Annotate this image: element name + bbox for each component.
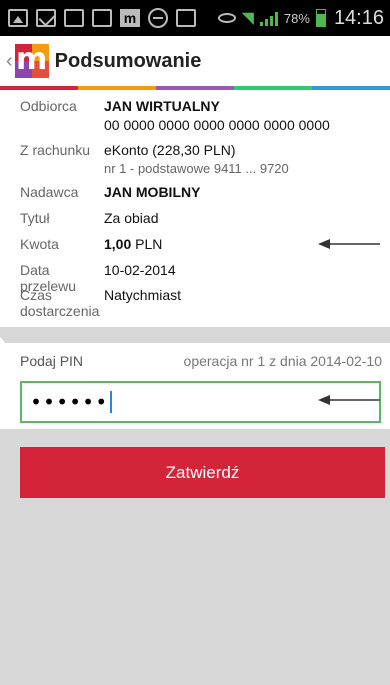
signal-icon (259, 10, 278, 26)
mbank-logo[interactable]: m (14, 42, 49, 78)
eye-icon (217, 13, 236, 23)
image-icon (8, 9, 28, 27)
sender-label: Nadawca (20, 184, 79, 200)
amount-value: 1,00 (104, 236, 132, 252)
recipient-name: JAN WIRTUALNY (104, 98, 220, 114)
recipient-account: 00 0000 0000 0000 0000 0000 0000 (104, 117, 330, 133)
mms-icon (92, 9, 112, 27)
from-account-balance: (228,30 PLN) (152, 142, 236, 158)
title-row: Tytuł Za obiad (20, 210, 380, 226)
wifi-icon: ◥ (241, 10, 254, 27)
amount-currency: PLN (135, 236, 163, 252)
action-bar: ‹ m Podsumowanie (0, 36, 390, 86)
from-account-name: eKonto (104, 142, 149, 158)
battery-icon (315, 9, 326, 27)
arrow-left-icon (318, 239, 380, 249)
transfer-summary: Odbiorca JAN WIRTUALNY 00 0000 0000 0000… (0, 90, 390, 327)
dnd-icon (148, 8, 168, 28)
pin-value: •••••• (30, 390, 109, 414)
arrow-left-icon (318, 395, 380, 405)
pin-section: Podaj PIN operacja nr 1 z dnia 2014-02-1… (0, 343, 390, 429)
title-value: Za obiad (104, 210, 159, 226)
page-title: Podsumowanie (54, 49, 202, 72)
sender-name: JAN MOBILNY (104, 184, 201, 200)
delivery-row: Czas dostarczenia Natychmiast (20, 287, 380, 319)
text-cursor (110, 391, 113, 413)
briefcase-icon (176, 9, 196, 27)
mms-icon (64, 9, 84, 27)
recipient-label: Odbiorca (20, 98, 77, 114)
from-account-detail: nr 1 - podstawowe 9411 ... 9720 (104, 161, 289, 176)
status-bar: m ◥ 78% 14:16 (0, 0, 390, 36)
delivery-label-line2: dostarczenia (20, 303, 100, 319)
from-account-label: Z rachunku (20, 142, 91, 158)
delivery-label-line1: Czas (20, 287, 52, 303)
amount-label: Kwota (20, 236, 59, 252)
battery-percent: 78% (283, 10, 310, 26)
confirm-button[interactable]: Zatwierdź (20, 447, 385, 498)
recipient-row: Odbiorca JAN WIRTUALNY 00 0000 0000 0000… (20, 98, 380, 133)
from-account-row: Z rachunku eKonto (228,30 PLN) nr 1 - po… (20, 142, 380, 177)
sender-row: Nadawca JAN MOBILNY (20, 184, 380, 200)
logo-letter: m (16, 42, 48, 77)
pin-label: Podaj PIN (20, 353, 84, 369)
back-icon[interactable]: ‹ (6, 50, 13, 73)
title-label: Tytuł (20, 210, 50, 226)
operation-info: operacja nr 1 z dnia 2014-02-10 (183, 353, 382, 369)
mbank-icon: m (120, 9, 140, 27)
mail-icon (36, 9, 56, 27)
delivery-value: Natychmiast (104, 287, 182, 303)
clock: 14:16 (333, 6, 384, 29)
